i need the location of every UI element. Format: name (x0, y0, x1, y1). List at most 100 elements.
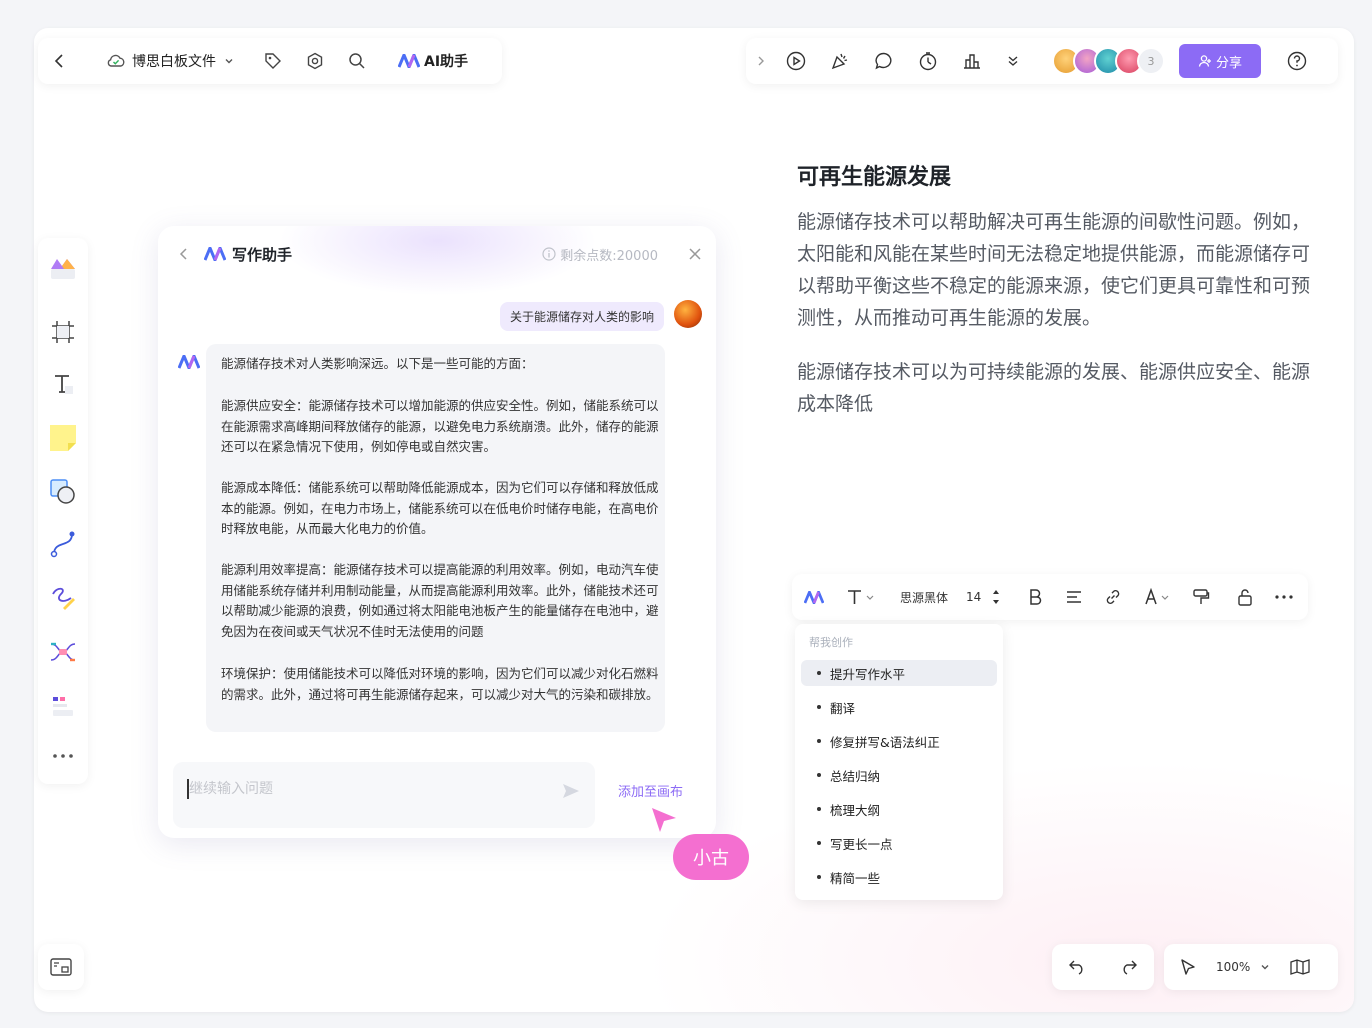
send-icon[interactable] (561, 782, 581, 804)
chevron-down-icon[interactable] (224, 56, 234, 66)
more-tools-icon[interactable] (47, 690, 79, 722)
document-paragraph: 能源储存技术可以帮助解决可再生能源的间歇性问题。例如，太阳能和风能在某些时间无法… (797, 211, 1311, 329)
history-toolbar (1052, 944, 1154, 990)
share-label: 分享 (1215, 55, 1242, 71)
link-icon[interactable] (1104, 574, 1122, 620)
collaborator-name-tag: 小古 (673, 834, 749, 880)
play-icon[interactable] (786, 51, 806, 71)
zoom-toolbar: 100% (1164, 944, 1338, 990)
menu-item[interactable]: 精简一些 (801, 864, 997, 890)
menu-item-label: 修复拼写&语法纠正 (830, 734, 940, 750)
ai-logo-icon[interactable] (804, 574, 824, 620)
question-input[interactable] (187, 780, 551, 798)
font-family-select[interactable]: 思源黑体 (900, 574, 948, 620)
vote-icon[interactable] (962, 51, 982, 71)
credits-text: 剩余点数:20000 (560, 248, 658, 264)
menu-item-label: 梳理大纲 (830, 802, 881, 818)
top-left-toolbar: 博思白板文件 AI助手 (38, 38, 502, 84)
menu-item[interactable]: 修复拼写&语法纠正 (801, 728, 997, 754)
document-title: 可再生能源发展 (797, 165, 952, 190)
double-chevron-down-icon[interactable] (1006, 54, 1020, 68)
info-icon (542, 247, 556, 261)
back-icon[interactable] (52, 53, 68, 69)
font-size-value[interactable]: 14 (966, 574, 981, 620)
settings-icon[interactable] (306, 52, 324, 70)
ai-response[interactable]: 能源储存技术对人类影响深远。以下是一些可能的方面： 能源供应安全：能源储存技术可… (206, 344, 665, 732)
tool-sidebar (38, 238, 88, 784)
minimap-icon (50, 958, 72, 976)
text-style-icon[interactable] (846, 574, 876, 620)
ellipsis-icon[interactable] (47, 740, 79, 772)
cloud-sync-icon (106, 54, 126, 68)
ai-logo-icon (177, 354, 201, 373)
menu-item[interactable]: 梳理大纲 (801, 796, 997, 822)
share-button[interactable]: 分享 (1179, 44, 1261, 78)
menu-item[interactable]: 提升写作水平 (801, 660, 997, 686)
timer-icon[interactable] (918, 51, 938, 71)
chevron-right-icon[interactable] (756, 55, 766, 67)
celebrate-icon[interactable] (830, 51, 850, 71)
response-paragraph: 能源供应安全：能源储存技术可以增加能源的供应安全性。例如，储能系统可以在能源需求… (221, 398, 659, 455)
pen-tool-icon[interactable] (47, 582, 79, 614)
map-icon[interactable] (1290, 959, 1310, 975)
undo-icon[interactable] (1068, 959, 1086, 975)
help-icon[interactable] (1287, 51, 1307, 71)
frame-tool-icon[interactable] (47, 316, 79, 348)
menu-item-label: 写更长一点 (830, 836, 893, 852)
close-icon[interactable] (688, 247, 702, 261)
add-to-canvas-button[interactable]: 添加至画布 (618, 781, 683, 800)
chevron-down-icon[interactable] (1260, 962, 1270, 972)
add-user-icon (1198, 55, 1211, 67)
format-painter-icon[interactable] (1192, 574, 1210, 620)
search-icon[interactable] (348, 52, 366, 70)
document-paragraph: 能源储存技术可以为可持续能源的发展、能源供应安全、能源成本降低 (797, 361, 1311, 415)
ai-logo-icon (204, 247, 226, 261)
menu-item-label: 精简一些 (830, 870, 881, 886)
top-right-toolbar: 3 分享 (746, 38, 1338, 84)
templates-icon[interactable] (47, 252, 79, 284)
menu-item-label: 总结归纳 (830, 768, 881, 784)
menu-item[interactable]: 写更长一点 (801, 830, 997, 856)
ai-create-menu: 帮我创作 提升写作水平 翻译 修复拼写&语法纠正 总结归纳 梳理大纲 写更长一点… (795, 624, 1003, 900)
bold-icon[interactable] (1028, 574, 1042, 620)
more-options-icon[interactable] (1274, 574, 1294, 620)
text-format-toolbar: 思源黑体 14 (792, 574, 1308, 620)
text-tool-icon[interactable] (47, 368, 79, 400)
shape-tool-icon[interactable] (47, 476, 79, 508)
zoom-level[interactable]: 100% (1216, 960, 1250, 974)
response-paragraph: 能源成本降低：储能系统可以帮助降低能源成本，因为它们可以存储和释放低成本的能源。… (221, 480, 659, 537)
user-message: 关于能源储存对人类的影响 (499, 302, 664, 331)
panel-title: 写作助手 (232, 245, 293, 264)
menu-item-label: 翻译 (830, 700, 856, 716)
comment-icon[interactable] (874, 51, 894, 71)
connector-tool-icon[interactable] (47, 528, 79, 560)
avatar-count[interactable]: 3 (1137, 47, 1165, 75)
font-size-stepper-icon[interactable] (992, 574, 1000, 620)
minimap-button[interactable] (38, 944, 84, 990)
font-color-icon[interactable] (1144, 574, 1172, 620)
ai-assistant-label[interactable]: AI助手 (424, 51, 468, 71)
menu-item[interactable]: 翻译 (801, 694, 997, 720)
question-input-box[interactable] (173, 762, 595, 828)
panel-header: 写作助手 剩余点数:20000 (178, 240, 702, 268)
sticky-note-icon[interactable] (47, 422, 79, 454)
menu-item-label: 提升写作水平 (830, 666, 906, 682)
mindmap-tool-icon[interactable] (47, 636, 79, 668)
response-intro: 能源储存技术对人类影响深远。以下是一些可能的方面： (221, 356, 534, 371)
select-pointer-icon[interactable] (1180, 958, 1196, 976)
back-icon[interactable] (178, 247, 190, 261)
align-icon[interactable] (1066, 574, 1082, 620)
redo-icon[interactable] (1120, 959, 1138, 975)
file-title[interactable]: 博思白板文件 (132, 51, 216, 71)
avatar (674, 300, 702, 328)
remaining-credits: 剩余点数:20000 (542, 245, 658, 264)
menu-heading: 帮我创作 (809, 636, 853, 649)
collaborator-cursor-icon (650, 806, 678, 838)
canvas-text-block[interactable]: 可再生能源发展 能源储存技术可以帮助解决可再生能源的间歇性问题。例如，太阳能和风… (797, 160, 1317, 442)
tag-icon[interactable] (264, 52, 282, 70)
collaborator-avatars[interactable]: 3 (1052, 47, 1165, 75)
response-paragraph: 环境保护：使用储能技术可以降低对环境的影响，因为它们可以减少对化石燃料的需求。此… (221, 666, 659, 702)
unlock-icon[interactable] (1236, 574, 1254, 620)
ai-logo-icon[interactable] (398, 54, 420, 68)
menu-item[interactable]: 总结归纳 (801, 762, 997, 788)
